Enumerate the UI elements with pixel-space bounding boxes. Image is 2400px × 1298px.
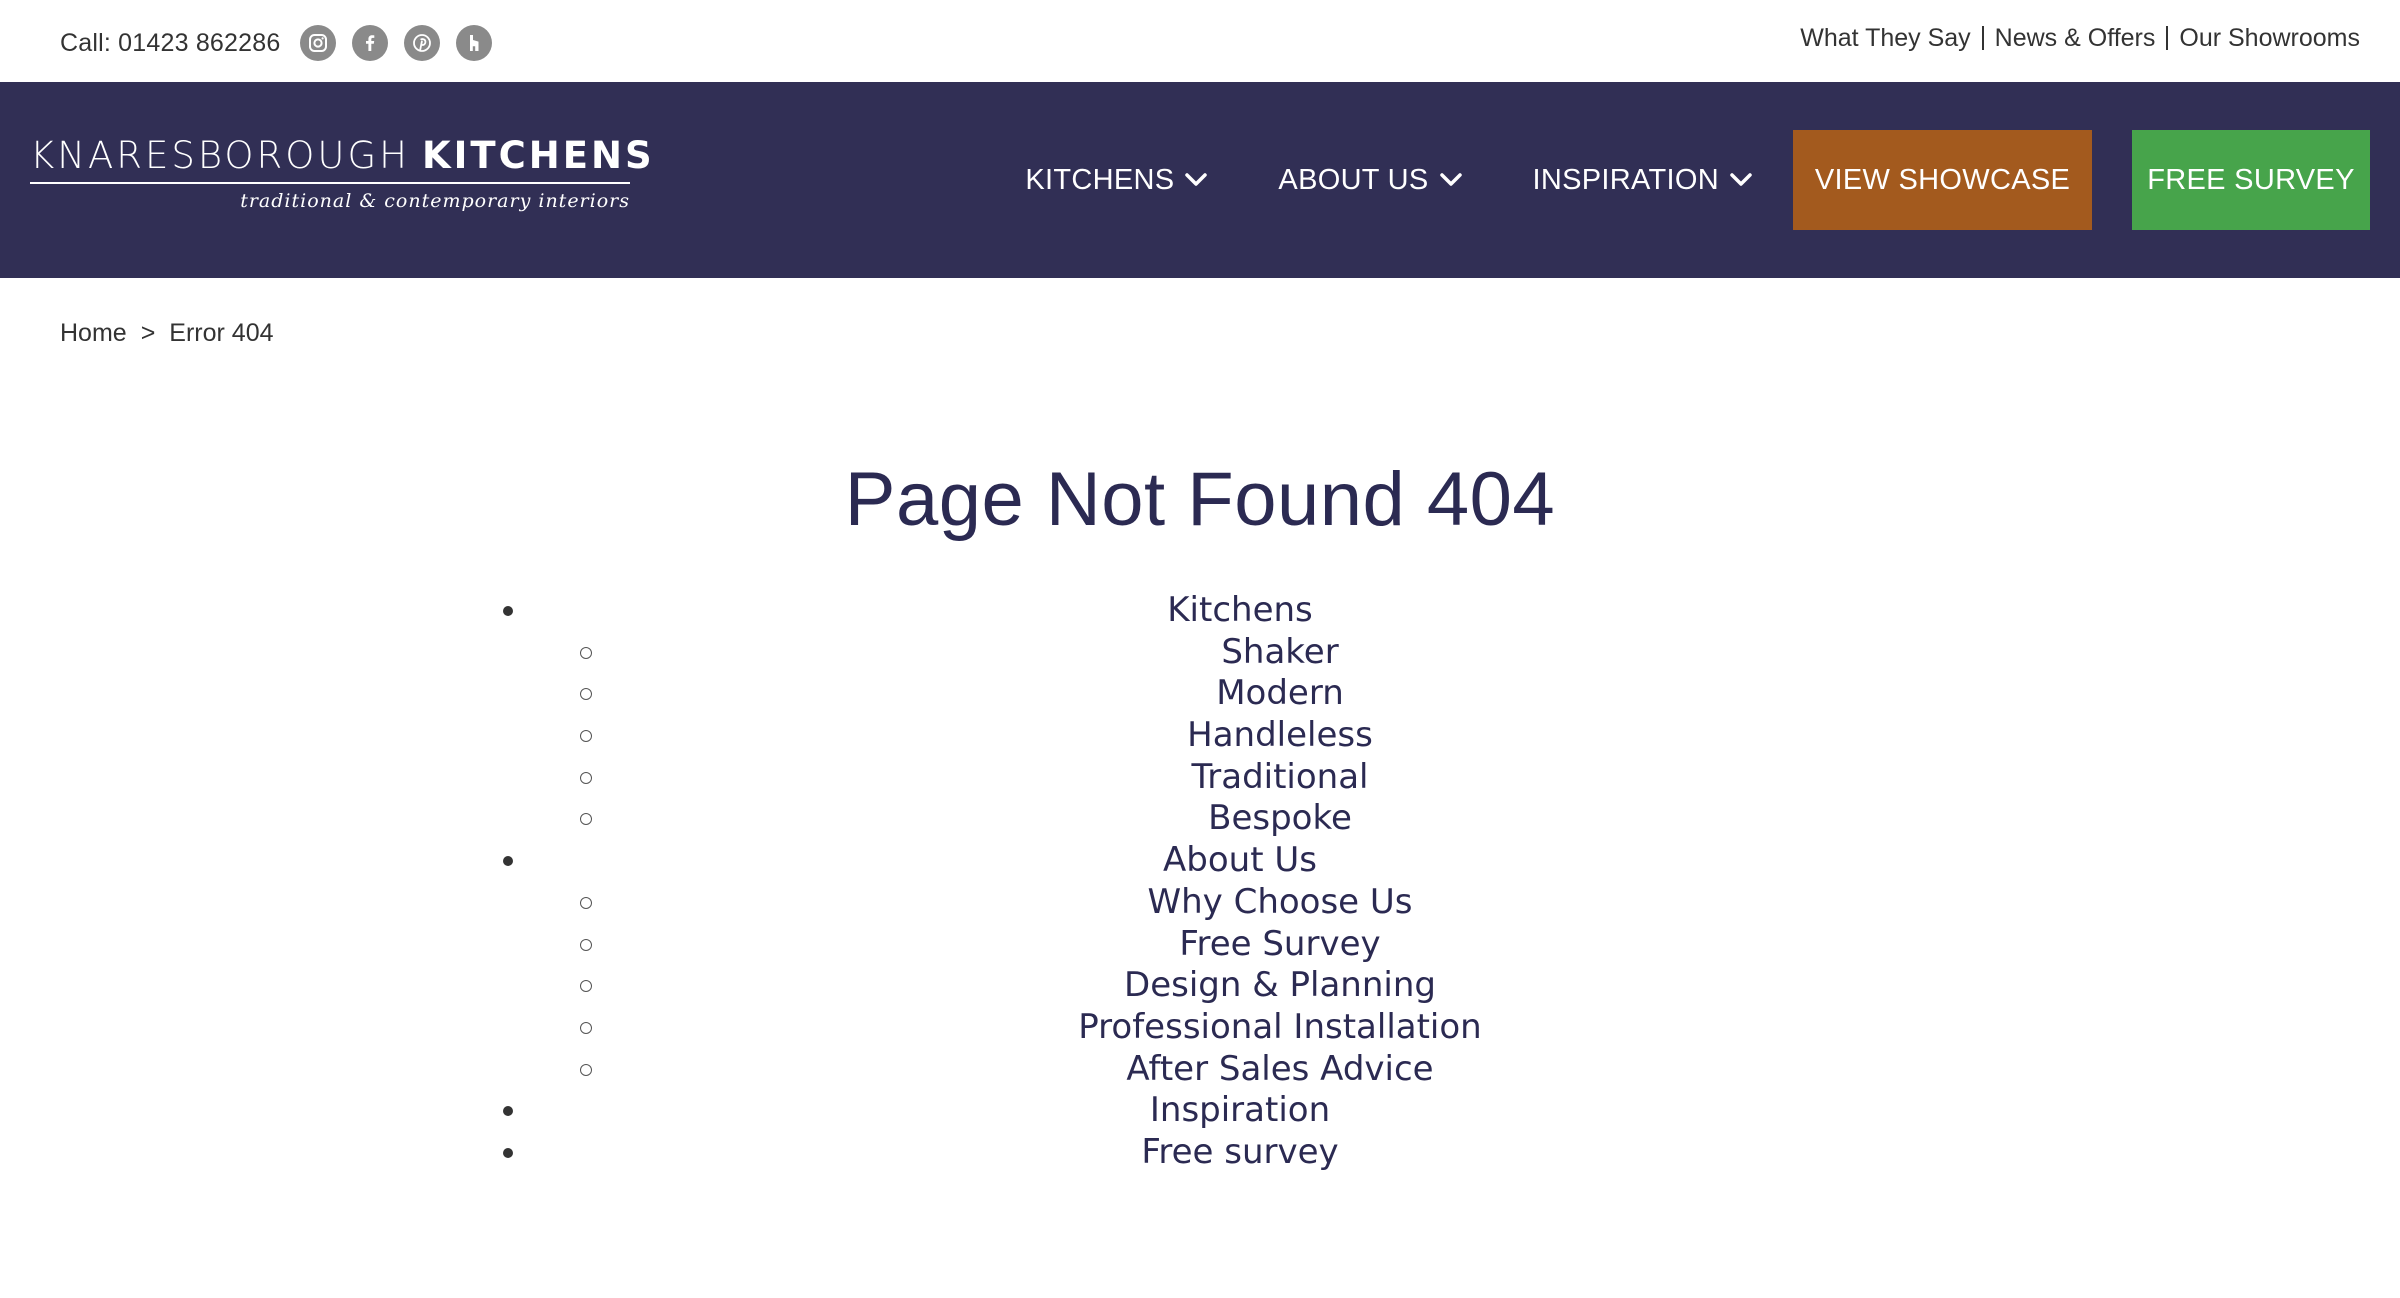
houzz-icon[interactable] [456,25,493,61]
divider [1981,26,1984,50]
list-item: Design & Planning [480,965,2000,1007]
view-showcase-button[interactable]: VIEW SHOWCASE [1793,130,2092,230]
bullet-circle [580,1063,592,1076]
sitemap-link-after-sales-advice[interactable]: After Sales Advice [1126,1049,1433,1091]
page-title: Page Not Found 404 [844,457,1556,542]
list-item: Bespoke [480,798,2000,840]
list-item: Traditional [480,757,2000,799]
free-survey-button[interactable]: FREE SURVEY [2132,130,2370,230]
facebook-icon[interactable] [352,25,389,61]
sitemap-link-professional-installation[interactable]: Professional Installation [1078,1007,1481,1049]
list-item: Why Choose Us [480,882,2000,924]
top-links: What They Say News & Offers Our Showroom… [1800,20,2360,56]
nav-kitchens-label: KITCHENS [1025,163,1175,196]
sitemap-link-bespoke[interactable]: Bespoke [1208,798,1352,840]
list-item: Modern [480,673,2000,715]
bullet-circle [580,938,592,951]
bullet-disc [503,1106,513,1117]
list-item: Kitchens [480,590,2000,632]
list-item: Free Survey [480,924,2000,966]
nav-inspiration-label: INSPIRATION [1532,163,1719,196]
bullet-disc [503,856,513,867]
sitemap-link-design-planning[interactable]: Design & Planning [1124,965,1436,1007]
sitemap-link-kitchens[interactable]: Kitchens [1167,590,1313,632]
site-header: KNARESBOROUGH KITCHENS traditional & cont… [0,82,2400,278]
bullet-circle [580,771,592,784]
sitemap-link-about-us[interactable]: About Us [1163,840,1317,882]
sitemap-link-free-survey[interactable]: Free Survey [1179,924,1380,966]
nav-inspiration[interactable]: INSPIRATION [1533,164,1753,197]
main-navigation: KITCHENS ABOUT US INSPIRATION VIEW SHOWC… [1025,130,2370,230]
site-logo[interactable]: KNARESBOROUGH KITCHENS traditional & cont… [30,134,652,222]
nav-kitchens[interactable]: KITCHENS [1025,164,1208,197]
bullet-circle [580,813,592,826]
logo-wordmark: KNARESBOROUGH KITCHENS [30,134,655,178]
logo-underline [30,182,630,184]
pinterest-icon[interactable] [404,25,441,61]
nav-about-us[interactable]: ABOUT US [1278,164,1462,197]
top-utility-bar: Call: 01423 862286 What They Say News & … [0,0,2400,82]
phone-number[interactable]: Call: 01423 862286 [60,29,280,58]
sitemap-link-traditional[interactable]: Traditional [1191,757,1368,799]
logo-name-light: KNARESBOROUGH [30,134,410,177]
bullet-circle [580,980,592,993]
sitemap-link-why-choose-us[interactable]: Why Choose Us [1147,882,1412,924]
list-item: Professional Installation [480,1007,2000,1049]
breadcrumb-home-link[interactable]: Home [60,319,127,348]
sitemap-link-shaker[interactable]: Shaker [1221,632,1338,674]
instagram-icon[interactable] [300,25,337,61]
chevron-down-icon [1730,173,1752,186]
logo-tagline: traditional & contemporary interiors [240,190,630,212]
list-item: About Us [480,840,2000,882]
bullet-disc [503,606,513,616]
bullet-circle [580,1021,592,1034]
list-item: Shaker [480,632,2000,674]
what-they-say-link[interactable]: What They Say [1800,24,1970,53]
sitemap-list: Kitchens Shaker Modern Handleless Tradit… [480,590,2000,1174]
list-item: Inspiration [480,1090,2000,1132]
bullet-circle [580,646,592,659]
breadcrumb: Home > Error 404 [60,316,274,350]
list-item: After Sales Advice [480,1049,2000,1091]
contact-area: Call: 01423 862286 [60,24,508,62]
sitemap-link-handleless[interactable]: Handleless [1187,715,1373,757]
sitemap-link-modern[interactable]: Modern [1216,673,1344,715]
social-links [300,25,508,61]
divider [2166,26,2169,50]
nav-about-us-label: ABOUT US [1278,163,1429,196]
breadcrumb-separator: > [140,318,156,347]
sitemap-link-inspiration[interactable]: Inspiration [1150,1090,1330,1132]
sitemap-link-free-survey-main[interactable]: Free survey [1141,1132,1338,1174]
list-item: Free survey [480,1132,2000,1174]
bullet-circle [580,688,592,701]
bullet-circle [580,896,592,909]
breadcrumb-current: Error 404 [169,318,274,347]
list-item: Handleless [480,715,2000,757]
news-offers-link[interactable]: News & Offers [1995,24,2156,53]
bullet-circle [580,730,592,743]
our-showrooms-link[interactable]: Our Showrooms [2179,24,2360,53]
logo-name-bold: KITCHENS [421,134,655,177]
chevron-down-icon [1439,173,1462,186]
bullet-disc [503,1147,513,1158]
chevron-down-icon [1185,173,1208,186]
